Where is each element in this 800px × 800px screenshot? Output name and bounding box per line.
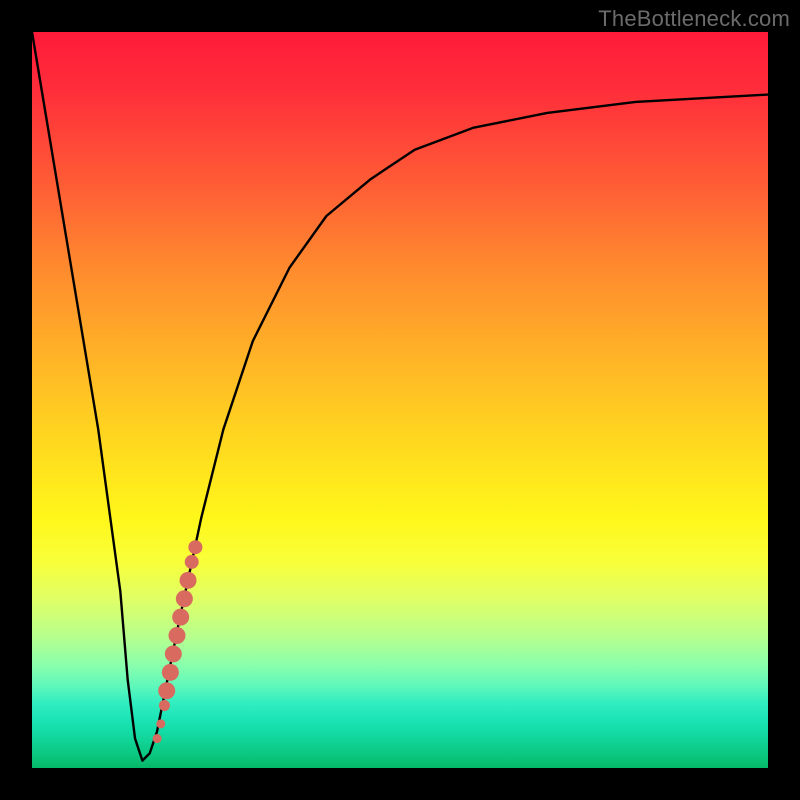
bottleneck-curve — [32, 32, 768, 761]
chart-svg — [32, 32, 768, 768]
chart-frame: TheBottleneck.com — [0, 0, 800, 800]
marker-dot — [180, 572, 197, 589]
marker-dot — [172, 609, 189, 626]
marker-dot — [159, 700, 170, 711]
marker-dot — [153, 734, 162, 743]
marker-dot — [156, 719, 165, 728]
curve-layer — [32, 32, 768, 761]
watermark-text: TheBottleneck.com — [598, 6, 790, 32]
marker-dot — [188, 540, 202, 554]
marker-dot — [165, 645, 182, 662]
marker-dot — [176, 590, 193, 607]
marker-dot — [162, 664, 179, 681]
plot-area — [32, 32, 768, 768]
marker-dot — [168, 627, 185, 644]
marker-dot — [185, 555, 199, 569]
marker-dot — [158, 682, 175, 699]
